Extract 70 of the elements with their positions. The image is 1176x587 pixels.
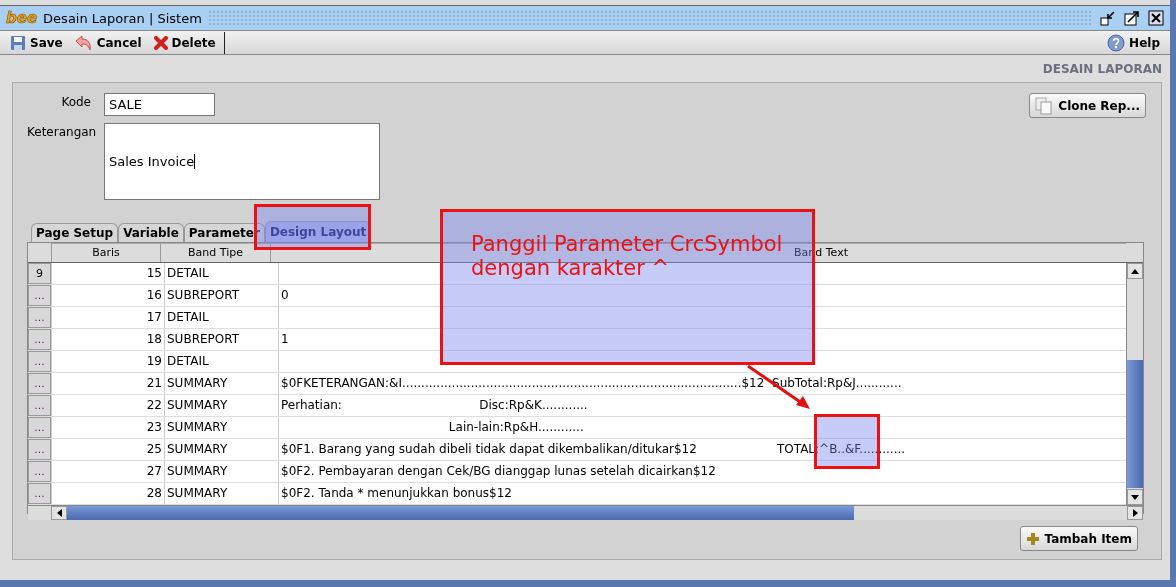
column-header[interactable]: Band Tipe — [160, 243, 270, 262]
table-cell: 25 — [51, 439, 164, 460]
floppy-icon — [10, 34, 26, 51]
table-cell: 16 — [51, 285, 164, 306]
row-header[interactable]: ... — [28, 439, 51, 460]
row-header[interactable]: ... — [28, 329, 51, 350]
help-icon — [1107, 33, 1126, 52]
row-header[interactable]: ... — [28, 373, 51, 394]
window-title: Desain Laporan | Sistem — [43, 10, 202, 26]
scroll-up-button[interactable] — [1127, 263, 1143, 279]
table-cell: DETAIL — [164, 351, 278, 372]
table-cell: 27 — [51, 461, 164, 482]
save-button[interactable]: Save — [4, 31, 69, 54]
right-triangle-icon — [1132, 509, 1138, 517]
maximize-icon[interactable] — [1124, 10, 1140, 26]
table-cell: SUMMARY — [164, 461, 278, 482]
horizontal-scrollbar[interactable] — [28, 505, 1143, 520]
app-logo: bee — [6, 9, 38, 27]
delete-icon — [153, 35, 168, 50]
row-header[interactable]: ... — [28, 483, 51, 504]
row-header[interactable]: ... — [28, 395, 51, 416]
scroll-thumb[interactable] — [1127, 360, 1143, 488]
kode-field[interactable]: SALE — [104, 93, 215, 116]
add-item-button[interactable]: Tambah Item — [1019, 526, 1138, 551]
table-cell: 21 — [51, 373, 164, 394]
table-cell: DETAIL — [164, 307, 278, 328]
table-cell: 22 — [51, 395, 164, 416]
scroll-thumb[interactable] — [67, 506, 854, 520]
table-cell: SUMMARY — [164, 483, 278, 504]
up-triangle-icon — [1131, 268, 1139, 274]
help-button[interactable]: Help — [1101, 31, 1166, 54]
scroll-down-button[interactable] — [1127, 489, 1143, 505]
down-triangle-icon — [1131, 494, 1139, 500]
row-header[interactable]: ... — [28, 351, 51, 372]
table-cell: SUMMARY — [164, 395, 278, 416]
kode-label: Kode — [60, 94, 91, 109]
tab[interactable]: Variable — [118, 223, 184, 242]
row-header[interactable]: 9 — [28, 263, 51, 284]
table-cell: SUBREPORT — [164, 329, 278, 350]
tab[interactable]: Page Setup — [31, 223, 119, 242]
page-title: DESAIN LAPORAN — [1041, 61, 1162, 78]
table-cell: SUMMARY — [164, 439, 278, 460]
delete-button[interactable]: Delete — [147, 31, 222, 54]
table-cell: SUMMARY — [164, 417, 278, 438]
left-triangle-icon — [56, 509, 62, 517]
minimize-icon[interactable] — [1100, 10, 1116, 26]
table-cell: SUBREPORT — [164, 285, 278, 306]
close-icon[interactable] — [1148, 10, 1164, 26]
vertical-scrollbar[interactable] — [1126, 263, 1143, 505]
clone-report-button[interactable]: Clone Rep... — [1029, 93, 1146, 118]
table-cell: SUMMARY — [164, 373, 278, 394]
table-cell: 23 — [51, 417, 164, 438]
column-header[interactable]: Baris — [51, 243, 160, 262]
cancel-button[interactable]: Cancel — [68, 31, 148, 54]
plus-icon — [1025, 531, 1040, 546]
table-cell: DETAIL — [164, 263, 278, 284]
table-cell: 18 — [51, 329, 164, 350]
undo-arrow-icon — [74, 34, 93, 51]
keterangan-field[interactable]: Sales Invoice — [104, 123, 380, 200]
row-header[interactable]: ... — [28, 307, 51, 328]
row-header[interactable]: ... — [28, 461, 51, 482]
row-header[interactable]: ... — [28, 285, 51, 306]
row-header[interactable]: ... — [28, 417, 51, 438]
scroll-right-button[interactable] — [1127, 506, 1143, 520]
table-cell: 19 — [51, 351, 164, 372]
scroll-left-button[interactable] — [51, 506, 67, 520]
table-cell: 28 — [51, 483, 164, 504]
table-cell: 17 — [51, 307, 164, 328]
table-cell: 15 — [51, 263, 164, 284]
copy-icon — [1035, 96, 1054, 115]
